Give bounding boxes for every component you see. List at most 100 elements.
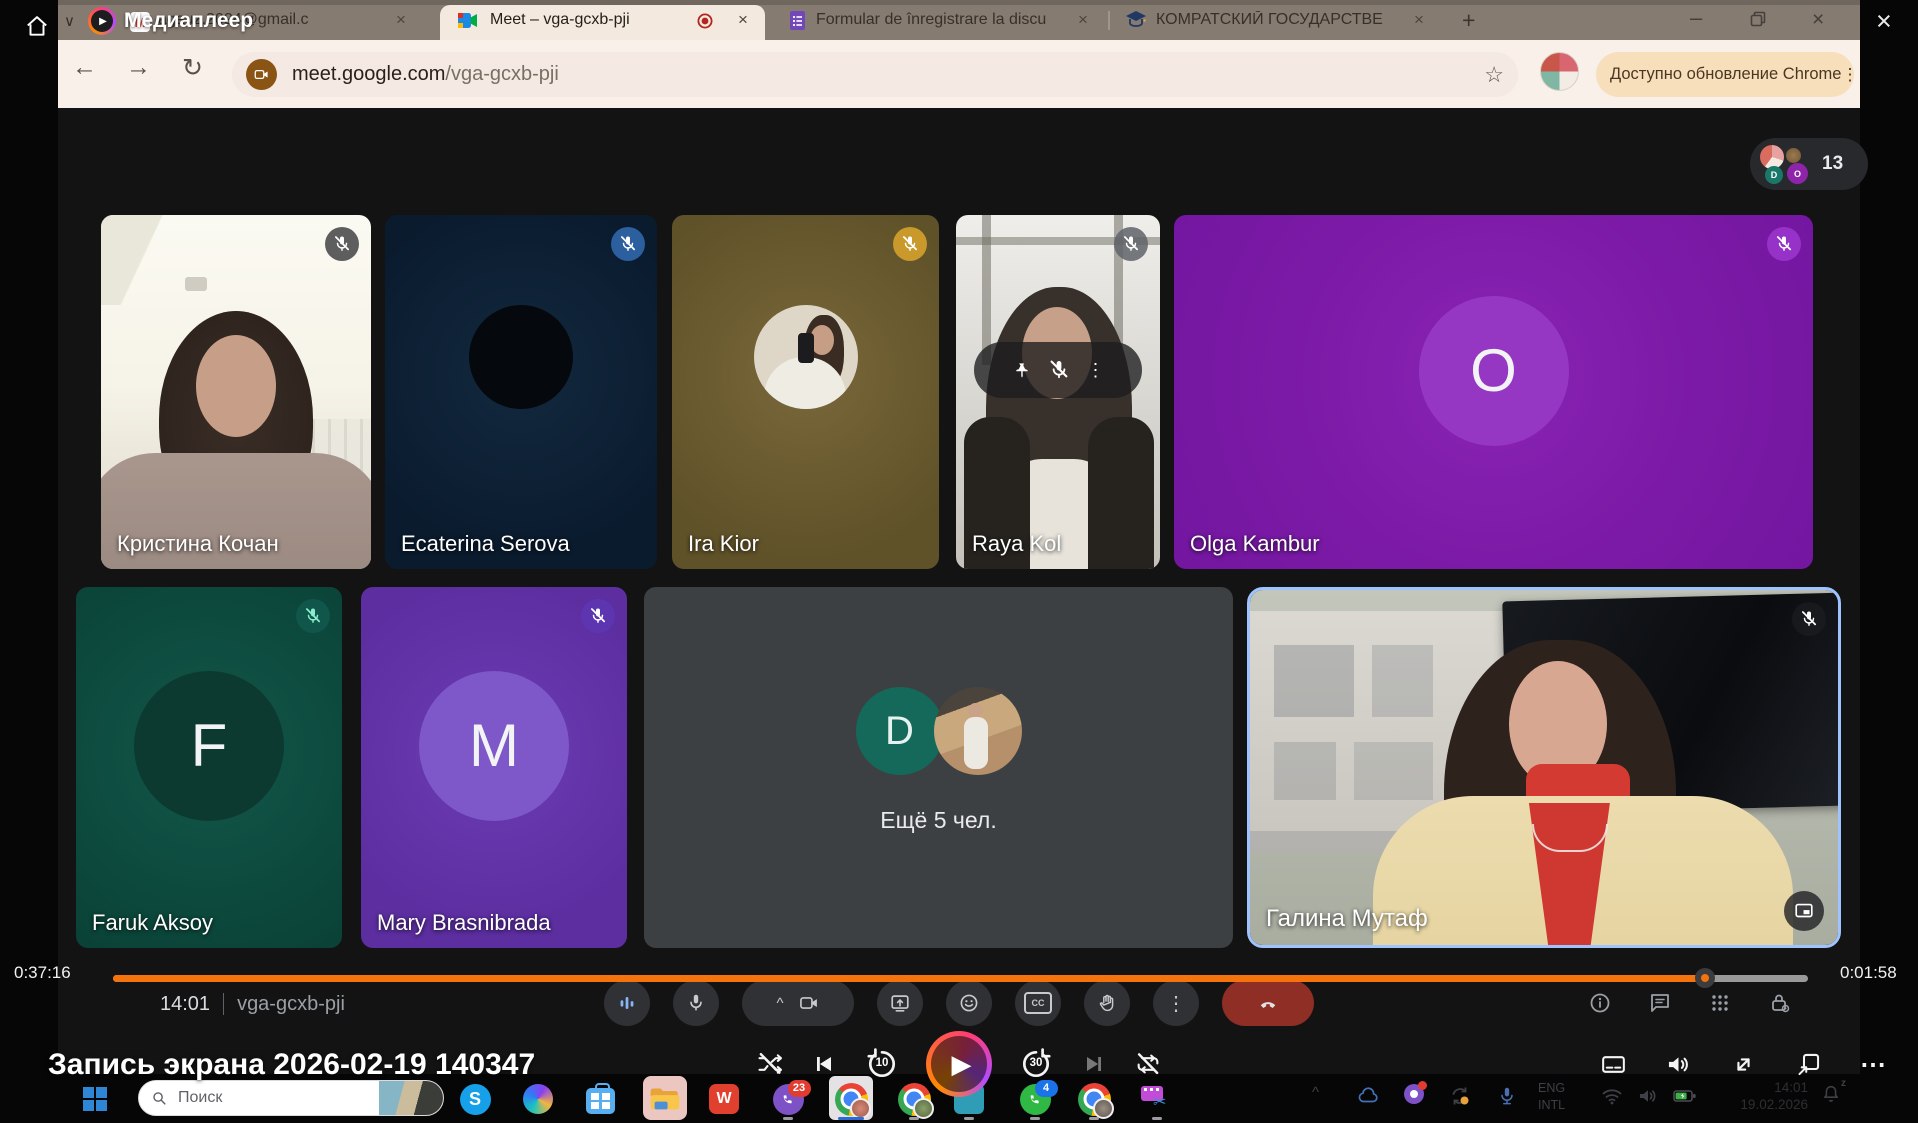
participant-name: Olga Kambur [1190,531,1320,557]
profile-avatar[interactable] [1540,52,1579,91]
tray-microphone-icon[interactable] [1496,1084,1518,1108]
participant-video [1250,590,1838,945]
raise-hand-button[interactable] [1084,980,1130,1026]
participant-name: Faruk Aksoy [92,910,213,936]
more-options-button[interactable]: ⋮ [1153,980,1199,1026]
subtitles-icon[interactable] [1600,1051,1627,1078]
tab-university[interactable]: КОМРАТСКИЙ ГОСУДАРСТВЕ [1156,11,1396,29]
participant-tile[interactable]: Кристина Кочан [101,215,371,569]
mini-avatar-initial: D [1765,166,1783,184]
language-indicator[interactable]: ENGINTL [1538,1080,1565,1114]
tab-meet[interactable]: Meet – vga-gcxb-pji [490,11,682,29]
captions-button[interactable]: CC [1015,980,1061,1026]
player-title-chevron-icon[interactable]: ∨ [64,12,75,30]
participant-tile[interactable]: F Faruk Aksoy [76,587,342,948]
media-player-window: M agauz.2024@gmail.c × Meet – vga-gcxb-p… [0,0,1918,1123]
player-app-title: Медиаплеер [124,9,253,33]
new-tab-button[interactable]: + [1462,7,1475,34]
leave-call-button[interactable] [1222,980,1314,1026]
recording-indicator-icon [697,13,713,29]
meeting-details-icon[interactable] [1588,991,1612,1015]
next-track-icon[interactable] [1080,1050,1108,1078]
activities-grid-icon[interactable] [1708,991,1732,1015]
meet-toolbar-left: 14:01 vga-gcxb-pji [160,981,345,1027]
microphone-button[interactable] [673,980,719,1026]
volume-icon[interactable] [1665,1051,1692,1078]
tile-more-options-icon[interactable]: ⋮ [1087,360,1105,381]
overflow-avatar-initial: D [856,687,944,775]
tray-sync-icon[interactable] [1448,1084,1472,1108]
url-host: meet.google.com [292,63,445,86]
taskbar-explorer-icon[interactable] [648,1078,682,1120]
participant-initial: M [419,671,569,821]
tab-gmail-close-icon[interactable]: × [396,11,406,28]
audio-activity-button[interactable] [604,980,650,1026]
overflow-tile[interactable]: D Ещё 5 чел. [644,587,1233,948]
reactions-button[interactable] [946,980,992,1026]
window-minimize-button[interactable]: – [1690,5,1702,31]
shuffle-off-icon[interactable] [756,1050,784,1078]
present-screen-button[interactable] [877,980,923,1026]
player-elapsed-time: 0:37:16 [14,963,71,983]
chat-icon[interactable] [1648,991,1672,1015]
onedrive-icon[interactable] [1356,1084,1380,1108]
participant-count-badge[interactable]: D O 13 [1750,138,1868,190]
taskbar-copilot-icon[interactable] [521,1078,555,1120]
back-icon[interactable]: ← [72,53,97,82]
start-button[interactable] [78,1078,112,1120]
player-more-options-icon[interactable]: ⋯ [1860,1049,1886,1080]
address-bar[interactable]: meet.google.com/vga-gcxb-pji ☆ [232,52,1518,97]
window-close-button[interactable]: × [1812,8,1824,32]
participant-tile[interactable]: Ira Kior [672,215,939,569]
play-button[interactable]: ▶ [926,1031,992,1097]
search-highlight-image[interactable] [379,1081,443,1115]
url-path: /vga-gcxb-pji [445,63,558,86]
window-restore-button[interactable] [1750,11,1766,27]
tab-forms-close-icon[interactable]: × [1078,11,1088,28]
camera-button[interactable]: ^ [742,980,854,1026]
taskbar-store-icon[interactable] [583,1078,617,1120]
participant-tile[interactable]: Ecaterina Serova [385,215,657,569]
camera-in-use-icon[interactable] [246,59,277,90]
previous-track-icon[interactable] [810,1050,838,1078]
participant-avatar [469,305,573,409]
player-progress-knob[interactable] [1695,968,1715,988]
taskbar-search[interactable]: Поиск [138,1080,444,1116]
host-controls-lock-icon[interactable] [1768,991,1792,1015]
tray-viber-icon[interactable] [1404,1084,1424,1104]
tab-meet-close-icon[interactable]: × [738,11,748,28]
tab-university-close-icon[interactable]: × [1414,11,1424,28]
chevron-up-icon[interactable]: ^ [776,995,783,1012]
active-app-indicator [838,1117,864,1120]
participant-tile-active-speaker[interactable]: Галина Мутаф [1247,587,1841,948]
pin-icon[interactable] [1012,361,1031,380]
fullscreen-icon[interactable] [1730,1051,1757,1078]
participant-tile[interactable]: ⋮ Raya Kol [956,215,1160,569]
picture-in-picture-icon[interactable] [1784,891,1824,931]
reload-icon[interactable]: ↻ [182,53,203,83]
participant-tile[interactable]: M Mary Brasnibrada [361,587,627,948]
tab-forms[interactable]: Formular de înregistrare la discu [816,11,1058,29]
tray-date: 19.02.2026 [1708,1096,1808,1113]
mic-muted-icon [581,599,615,633]
chrome-update-button[interactable]: Доступно обновление Chrome ⋮ [1596,52,1854,97]
taskbar-skype-icon[interactable]: S [458,1078,492,1120]
mic-muted-icon[interactable] [1047,358,1071,382]
repeat-off-icon[interactable] [1134,1050,1162,1078]
search-icon [151,1090,168,1107]
player-home-button[interactable] [18,7,56,45]
browser-menu-icon[interactable]: ⋮ [1841,65,1858,85]
taskbar-wps-icon[interactable]: W [707,1078,741,1120]
player-close-button[interactable]: × [1876,6,1892,37]
player-progress-track[interactable] [113,975,1808,982]
forward-icon[interactable]: → [126,53,151,82]
forward-30-button[interactable]: 30 [1018,1046,1054,1082]
rewind-10-button[interactable]: 10 [864,1046,900,1082]
mic-muted-icon [1767,227,1801,261]
pop-out-icon[interactable] [1795,1051,1822,1078]
meeting-time: 14:01 [160,993,210,1016]
participant-tile[interactable]: O Olga Kambur [1174,215,1813,569]
bookmark-star-icon[interactable]: ☆ [1484,62,1504,88]
participant-name: Raya Kol [972,531,1061,557]
taskbar-overflow-chevron[interactable]: ^ [1312,1084,1319,1101]
